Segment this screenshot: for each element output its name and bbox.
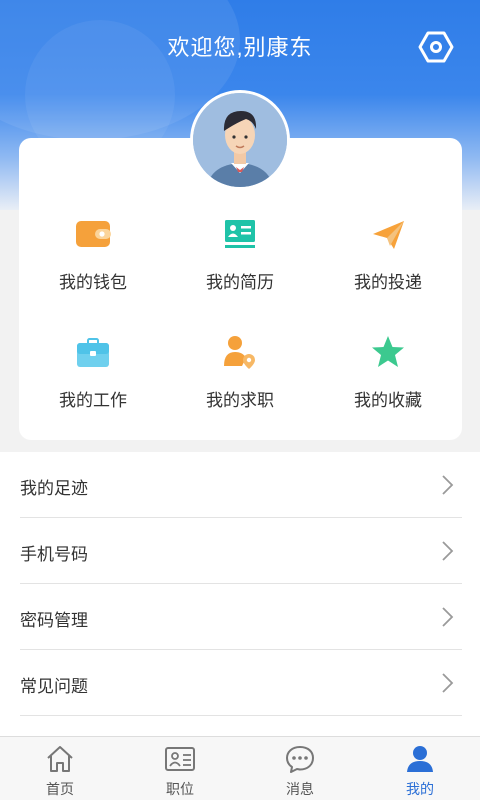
paper-plane-icon [370, 216, 406, 252]
welcome-title: 欢迎您,别康东 [167, 35, 313, 60]
person-icon [405, 745, 435, 773]
grid-item-label: 我的工作 [59, 391, 127, 410]
tab-label: 首页 [46, 781, 74, 797]
menu-item-label: 常见问题 [20, 677, 88, 696]
id-card-icon [165, 745, 195, 773]
menu-item-faq[interactable]: 常见问题 [20, 650, 462, 716]
menu-item-label: 我的足迹 [20, 479, 88, 498]
grid-item-resume[interactable]: 我的简历 [166, 216, 314, 316]
chevron-right-icon [440, 606, 454, 628]
tab-jobs[interactable]: 职位 [120, 737, 240, 800]
settings-icon[interactable] [418, 30, 454, 64]
grid-item-delivery[interactable]: 我的投递 [314, 216, 462, 316]
grid-item-label: 我的投递 [354, 273, 422, 292]
star-icon [370, 334, 406, 370]
tab-label: 职位 [166, 781, 194, 797]
grid-item-work[interactable]: 我的工作 [19, 334, 167, 434]
tab-label: 我的 [406, 781, 434, 797]
menu-item-phone[interactable]: 手机号码 [20, 518, 462, 584]
tab-messages[interactable]: 消息 [240, 737, 360, 800]
chevron-right-icon [440, 672, 454, 694]
menu-item-password[interactable]: 密码管理 [20, 584, 462, 650]
tab-label: 消息 [286, 781, 314, 797]
chevron-right-icon [440, 540, 454, 562]
grid-item-label: 我的简历 [206, 273, 274, 292]
resume-card-icon [222, 216, 258, 252]
menu-item-label: 密码管理 [20, 611, 88, 630]
chevron-right-icon [440, 474, 454, 496]
menu-item-footprint[interactable]: 我的足迹 [20, 452, 462, 518]
home-icon [45, 745, 75, 773]
grid-item-wallet[interactable]: 我的钱包 [19, 216, 167, 316]
person-location-icon [222, 334, 258, 370]
avatar[interactable] [190, 90, 290, 190]
briefcase-icon [75, 334, 111, 370]
menu-item-label: 手机号码 [20, 545, 88, 564]
wallet-icon [75, 216, 111, 252]
grid-item-jobseeking[interactable]: 我的求职 [166, 334, 314, 434]
grid-item-label: 我的求职 [206, 391, 274, 410]
bottom-tab-bar: 首页 职位 消息 我的 [0, 736, 480, 800]
grid-item-label: 我的收藏 [354, 391, 422, 410]
tab-home[interactable]: 首页 [0, 737, 120, 800]
chat-bubble-icon [285, 745, 315, 773]
grid-item-label: 我的钱包 [59, 273, 127, 292]
settings-menu: 我的足迹 手机号码 密码管理 常见问题 [0, 452, 480, 736]
tab-mine[interactable]: 我的 [360, 737, 480, 800]
user-avatar-illustration [193, 93, 287, 187]
grid-item-favorites[interactable]: 我的收藏 [314, 334, 462, 434]
